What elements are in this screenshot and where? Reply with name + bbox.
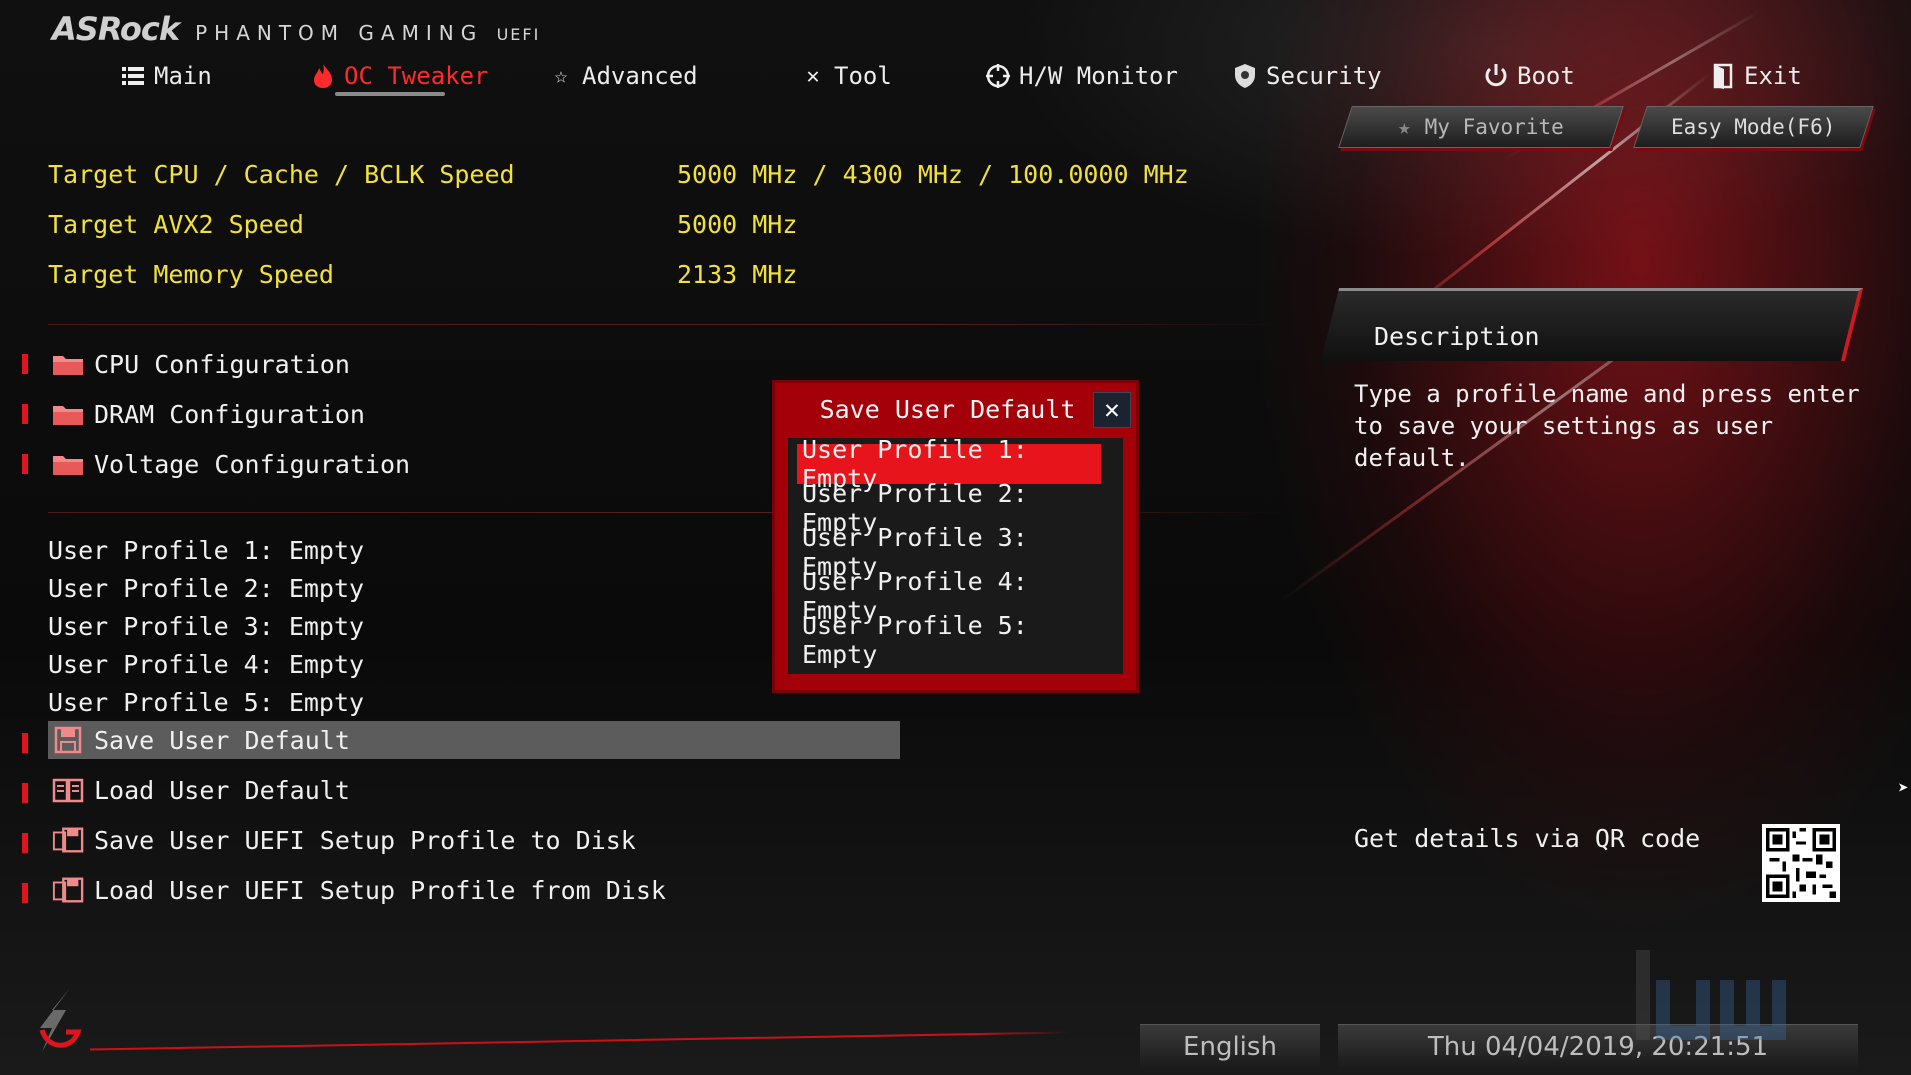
menu-voltage-configuration[interactable]: Voltage Configuration [52,444,410,484]
exit-icon [1710,63,1736,89]
active-tab-indicator [335,92,445,96]
load-disk-icon [52,876,84,904]
dialog-profile-2[interactable]: User Profile 2: Empty [797,479,1101,537]
divider [48,324,1288,325]
menu-load-user-default[interactable]: Load User Default [52,770,350,810]
my-favorite-button[interactable]: ★ My Favorite [1338,106,1624,148]
star-icon: ★ [1398,115,1411,139]
tab-label: Exit [1744,62,1802,90]
description-title: Description [1374,322,1540,351]
menu-save-profile-to-disk[interactable]: Save User UEFI Setup Profile to Disk [52,820,636,860]
user-profile-5[interactable]: User Profile 5: Empty [48,688,364,717]
save-disk-icon [52,826,84,854]
tab-boot[interactable]: Boot [1483,58,1575,94]
tab-label: Security [1266,62,1382,90]
dialog-title: Save User Default [819,395,1076,424]
power-icon [1483,63,1509,89]
menu-label: Load User UEFI Setup Profile from Disk [94,875,666,905]
list-icon [120,63,146,89]
menu-label: CPU Configuration [94,349,350,379]
user-profile-2[interactable]: User Profile 2: Empty [48,574,364,603]
tab-security[interactable]: Security [1232,58,1382,94]
target-avx2-value: 5000 MHz [677,210,798,239]
save-user-default-dialog: Save User Default ✕ User Profile 1: Empt… [772,380,1139,693]
easy-mode-label: Easy Mode(F6) [1671,115,1836,139]
book-icon [52,776,84,804]
menu-label: Save User Default [94,725,350,755]
watermark-logo [1636,950,1886,1050]
language-selector[interactable]: English [1140,1024,1320,1069]
tab-tool[interactable]: ✕ Tool [800,58,892,94]
menu-save-user-default[interactable]: Save User Default [52,720,350,760]
dialog-profile-4[interactable]: User Profile 4: Empty [797,567,1101,625]
tab-main[interactable]: Main [120,58,212,94]
flame-icon [310,63,336,89]
top-nav: Main OC Tweaker ☆ Advanced ✕ Tool H/W Mo… [0,58,1911,94]
folder-icon [52,450,84,478]
tab-advanced[interactable]: ☆ Advanced [548,58,698,94]
crosshair-icon [985,63,1011,89]
tab-label: Tool [834,62,892,90]
dialog-profile-1[interactable]: User Profile 1: Empty [797,435,1101,493]
star-icon: ☆ [554,63,568,89]
menu-load-profile-from-disk[interactable]: Load User UEFI Setup Profile from Disk [52,870,666,910]
user-profile-1[interactable]: User Profile 1: Empty [48,536,364,565]
target-cpu-value: 5000 MHz / 4300 MHz / 100.0000 MHz [677,160,1189,189]
qr-label: Get details via QR code [1354,824,1701,853]
item-marker [22,354,28,374]
phantom-gaming-logo [22,980,92,1060]
menu-label: Load User Default [94,775,350,805]
shield-icon [1232,63,1258,89]
menu-label: DRAM Configuration [94,399,365,429]
tools-icon: ✕ [806,63,820,89]
item-marker [22,454,28,474]
dialog-profile-5[interactable]: User Profile 5: Empty [797,611,1101,669]
logo-subtitle: PHANTOM GAMING UEFI [195,21,541,45]
menu-label: Save User UEFI Setup Profile to Disk [94,825,636,855]
menu-dram-configuration[interactable]: DRAM Configuration [52,394,365,434]
tab-label: Advanced [582,62,698,90]
description-body: Type a profile name and press enter to s… [1354,380,1860,472]
tab-label: H/W Monitor [1019,62,1178,90]
asrock-logo: ASRock PHANTOM GAMING UEFI [52,10,540,48]
target-avx2-label: Target AVX2 Speed [48,210,304,239]
tab-label: OC Tweaker [344,62,489,90]
logo-brand: ASRock [52,10,180,48]
close-icon: ✕ [1104,395,1120,425]
tab-exit[interactable]: Exit [1710,58,1802,94]
item-marker [22,783,28,803]
menu-label: Voltage Configuration [94,449,411,479]
easy-mode-button[interactable]: Easy Mode(F6) [1633,106,1874,148]
close-button[interactable]: ✕ [1093,392,1131,428]
folder-icon [52,400,84,428]
my-favorite-label: My Favorite [1424,115,1564,139]
save-icon [52,726,84,754]
tab-hw-monitor[interactable]: H/W Monitor [985,58,1178,94]
menu-cpu-configuration[interactable]: CPU Configuration [52,344,350,384]
mouse-cursor: ➤ [1898,778,1909,799]
tab-label: Main [154,62,212,90]
target-memory-value: 2133 MHz [677,260,798,289]
item-marker [22,833,28,853]
tab-oc-tweaker[interactable]: OC Tweaker [310,58,489,94]
target-memory-label: Target Memory Speed [48,260,334,289]
target-cpu-label: Target CPU / Cache / BCLK Speed [48,160,515,189]
folder-icon [52,350,84,378]
dialog-profile-list: User Profile 1: Empty User Profile 2: Em… [788,435,1123,674]
item-marker [22,404,28,424]
dialog-profile-3[interactable]: User Profile 3: Empty [797,523,1101,581]
user-profile-3[interactable]: User Profile 3: Empty [48,612,364,641]
item-marker [22,733,28,753]
tab-label: Boot [1517,62,1575,90]
user-profile-4[interactable]: User Profile 4: Empty [48,650,364,679]
item-marker [22,883,28,903]
qr-code[interactable] [1762,824,1840,902]
